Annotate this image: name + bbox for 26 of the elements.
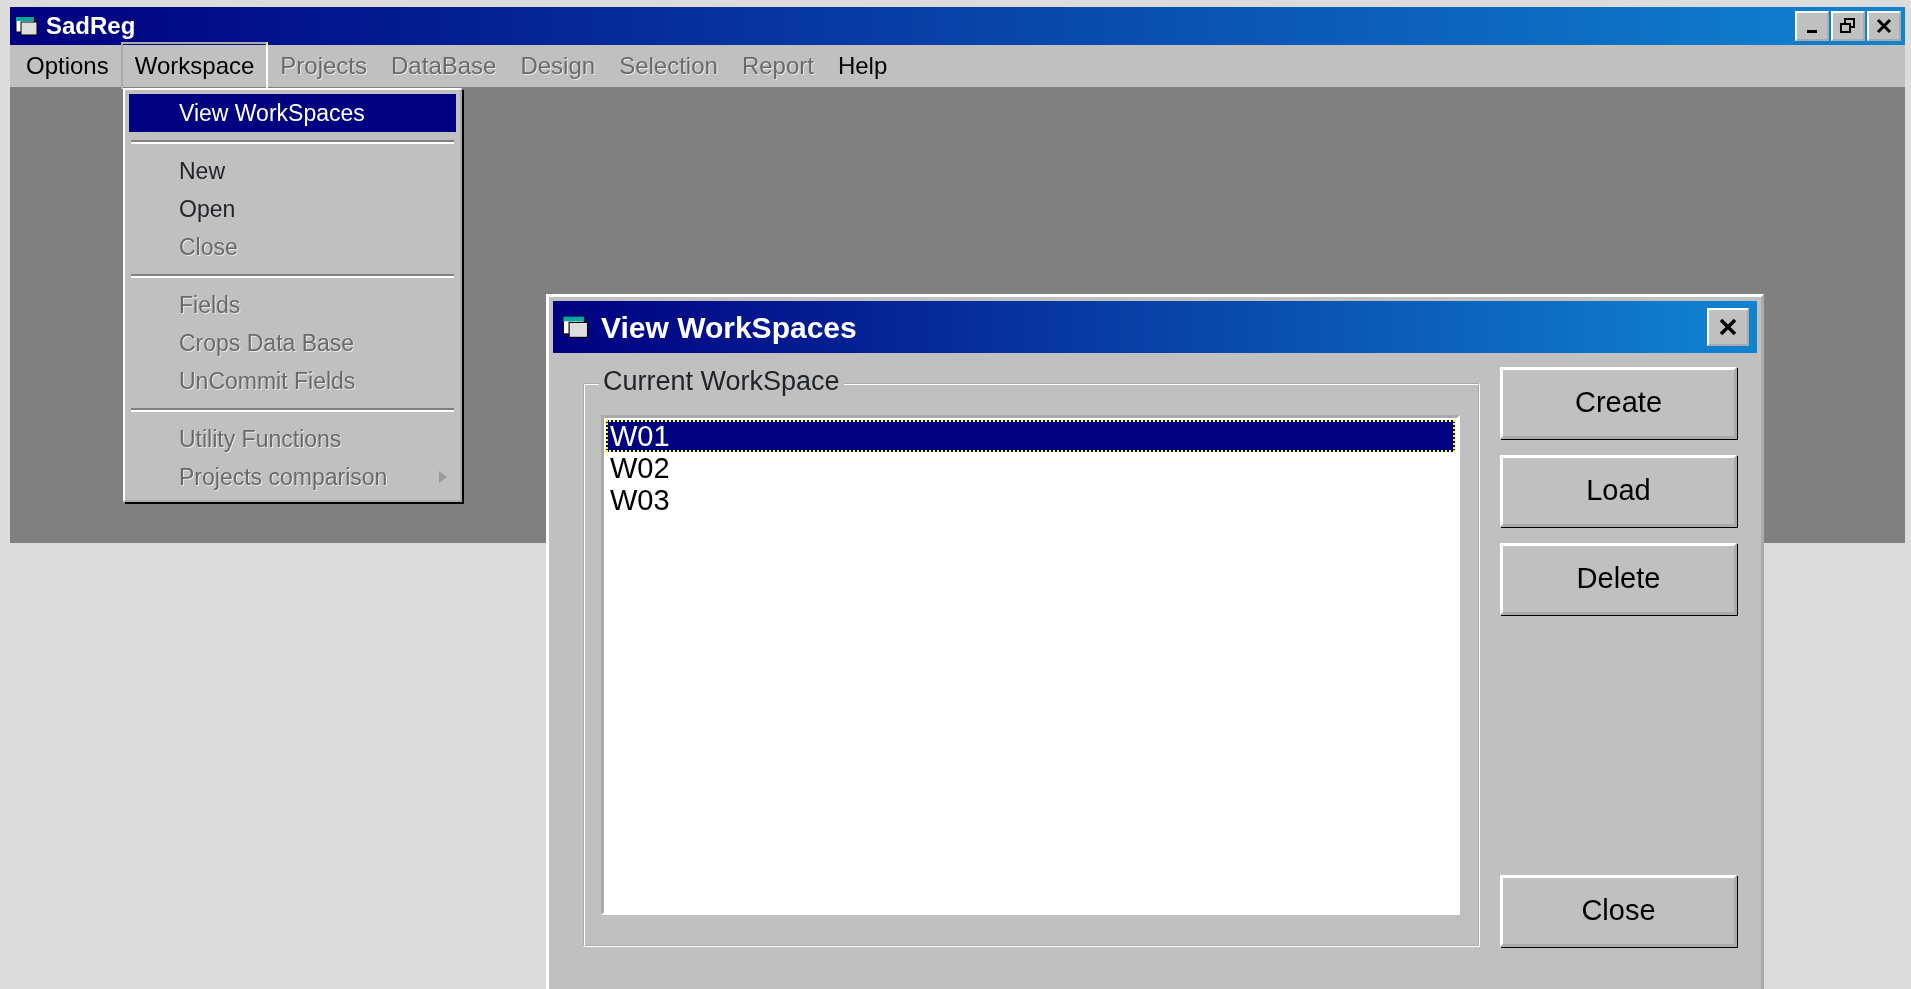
- dialog-title: View WorkSpaces: [601, 309, 857, 346]
- close-icon: [1718, 317, 1738, 337]
- list-item[interactable]: W02: [606, 452, 1455, 484]
- menu-item[interactable]: View WorkSpaces: [129, 94, 456, 132]
- restore-icon: [1840, 18, 1856, 34]
- minimize-icon: [1807, 29, 1817, 33]
- dialog-button[interactable]: Load: [1500, 455, 1737, 527]
- close-icon: [1876, 18, 1892, 34]
- close-button[interactable]: Close: [1500, 875, 1737, 947]
- window-title: SadReg: [46, 11, 136, 41]
- close-button[interactable]: [1707, 308, 1749, 346]
- app-icon: [14, 14, 40, 38]
- minimize-button[interactable]: [1795, 11, 1829, 41]
- list-item[interactable]: W03: [606, 484, 1455, 516]
- menu-item[interactable]: Options: [14, 44, 121, 88]
- dialog-button[interactable]: Delete: [1500, 543, 1737, 615]
- menu-item[interactable]: Help: [825, 44, 900, 88]
- menu-item[interactable]: New: [129, 152, 456, 190]
- submenu-arrow-icon: [438, 470, 448, 484]
- close-button[interactable]: [1867, 11, 1901, 41]
- list-item[interactable]: W01: [606, 420, 1455, 452]
- app-icon: [561, 313, 591, 341]
- dialog-button[interactable]: Create: [1500, 367, 1737, 439]
- menu-item[interactable]: Open: [129, 190, 456, 228]
- restore-button[interactable]: [1831, 11, 1865, 41]
- list-box[interactable]: W01 W02 W03: [601, 415, 1460, 915]
